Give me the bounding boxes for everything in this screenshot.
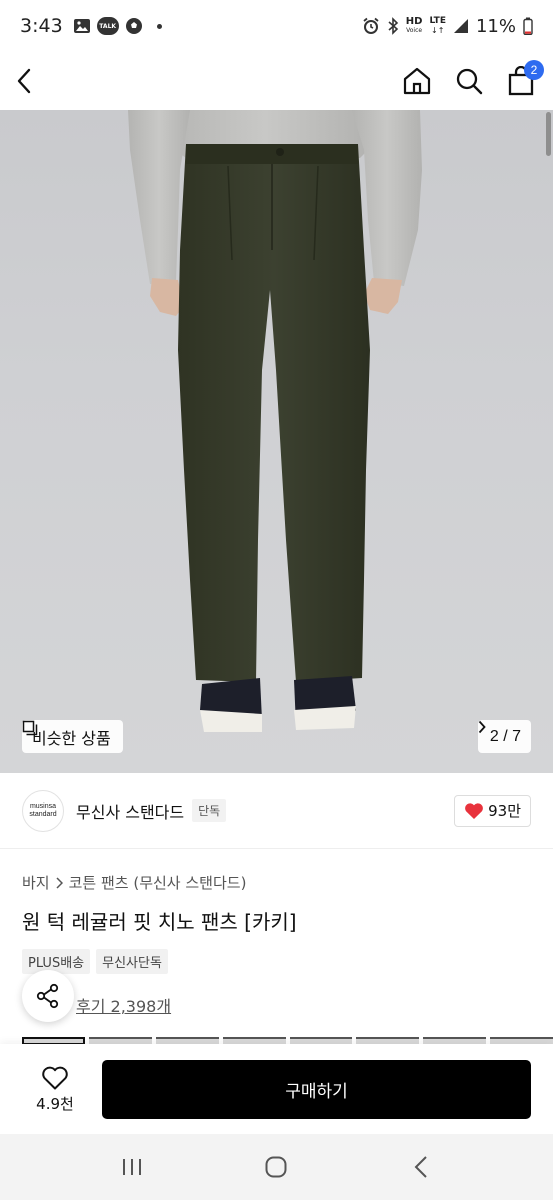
system-nav-bar: [0, 1134, 553, 1200]
battery-text: 11%: [475, 15, 516, 37]
battery-icon: [523, 17, 533, 35]
app-header: 2: [0, 52, 553, 110]
breadcrumb: 바지 코튼 팬츠 (무신사 스탠다드): [22, 872, 246, 893]
soccer-ball-icon: [125, 18, 142, 34]
heart-outline-icon: [42, 1066, 68, 1089]
system-icons: HD Voice LTE ↓↑ 11%: [362, 16, 533, 37]
image-pager-text: 2 / 7: [489, 727, 521, 745]
chip-plus-delivery: PLUS배송: [22, 949, 91, 974]
product-photo: [128, 110, 422, 732]
product-like-count: 4.9천: [36, 1094, 74, 1113]
breadcrumb-item-cotton-pants[interactable]: 코튼 팬츠 (무신사 스탠다드): [69, 872, 247, 893]
home-circle-icon: [265, 1156, 287, 1178]
signal-icon: [453, 19, 468, 33]
brand-name-link[interactable]: 무신사 스탠다드: [76, 799, 184, 823]
image-pager[interactable]: 2 / 7: [477, 720, 531, 753]
notification-icons: TALK: [73, 17, 162, 35]
status-bar: 3:43 TALK HD Voice LTE ↓↑ 11%: [0, 0, 553, 52]
chevron-left-icon: [17, 68, 31, 94]
back-chevron-icon: [414, 1156, 427, 1178]
cart-button[interactable]: 2: [505, 60, 544, 97]
back-nav-button[interactable]: [401, 1147, 441, 1187]
brand-row: musinsa standard 무신사 스탠다드 단독 93만: [0, 773, 553, 849]
product-image-carousel[interactable]: 비슷한 상품 2 / 7: [0, 110, 553, 773]
similar-products-label: 비슷한 상품: [32, 728, 111, 748]
exclusive-tag: 단독: [192, 799, 227, 822]
search-button[interactable]: [453, 65, 485, 97]
reviews-link[interactable]: 후기 2,398개: [76, 993, 171, 1017]
home-nav-button[interactable]: [256, 1147, 296, 1187]
recent-apps-icon: [123, 1159, 142, 1175]
status-time: 3:43: [20, 15, 63, 37]
recent-apps-button[interactable]: [112, 1147, 152, 1187]
brand-logo[interactable]: musinsa standard: [22, 789, 64, 832]
back-button[interactable]: [16, 61, 56, 101]
home-button[interactable]: [401, 65, 433, 97]
brand-like-button[interactable]: 93만: [454, 794, 531, 827]
lte-icon: LTE ↓↑: [429, 16, 446, 36]
buy-button[interactable]: 구매하기: [102, 1059, 531, 1119]
copy-icon: [22, 720, 38, 736]
hd-voice-icon: HD Voice: [405, 16, 423, 35]
similar-products-button[interactable]: 비슷한 상품: [22, 720, 123, 753]
gallery-icon: [73, 19, 90, 33]
alarm-icon: [363, 17, 379, 34]
page-scrollbar[interactable]: [546, 112, 551, 156]
bluetooth-icon: [388, 17, 398, 35]
cart-count-badge: 2: [524, 60, 544, 80]
search-icon: [456, 68, 483, 95]
heart-filled-icon: [465, 802, 483, 819]
dot-icon: [156, 23, 162, 29]
chevron-right-icon: [478, 720, 486, 734]
chevron-right-icon: [56, 876, 63, 889]
share-icon: [36, 983, 59, 1009]
product-title: 원 턱 레귤러 핏 치노 팬츠 [카키]: [22, 910, 297, 934]
chip-musinsa-exclusive: 무신사단독: [96, 949, 168, 974]
purchase-bar: 4.9천 구매하기: [0, 1044, 553, 1134]
talk-icon: TALK: [96, 17, 119, 35]
home-icon: [403, 67, 431, 95]
share-button[interactable]: [22, 970, 74, 1022]
product-like-button[interactable]: 4.9천: [30, 1065, 80, 1114]
breadcrumb-item-pants[interactable]: 바지: [22, 872, 50, 893]
brand-like-count: 93만: [488, 802, 521, 820]
